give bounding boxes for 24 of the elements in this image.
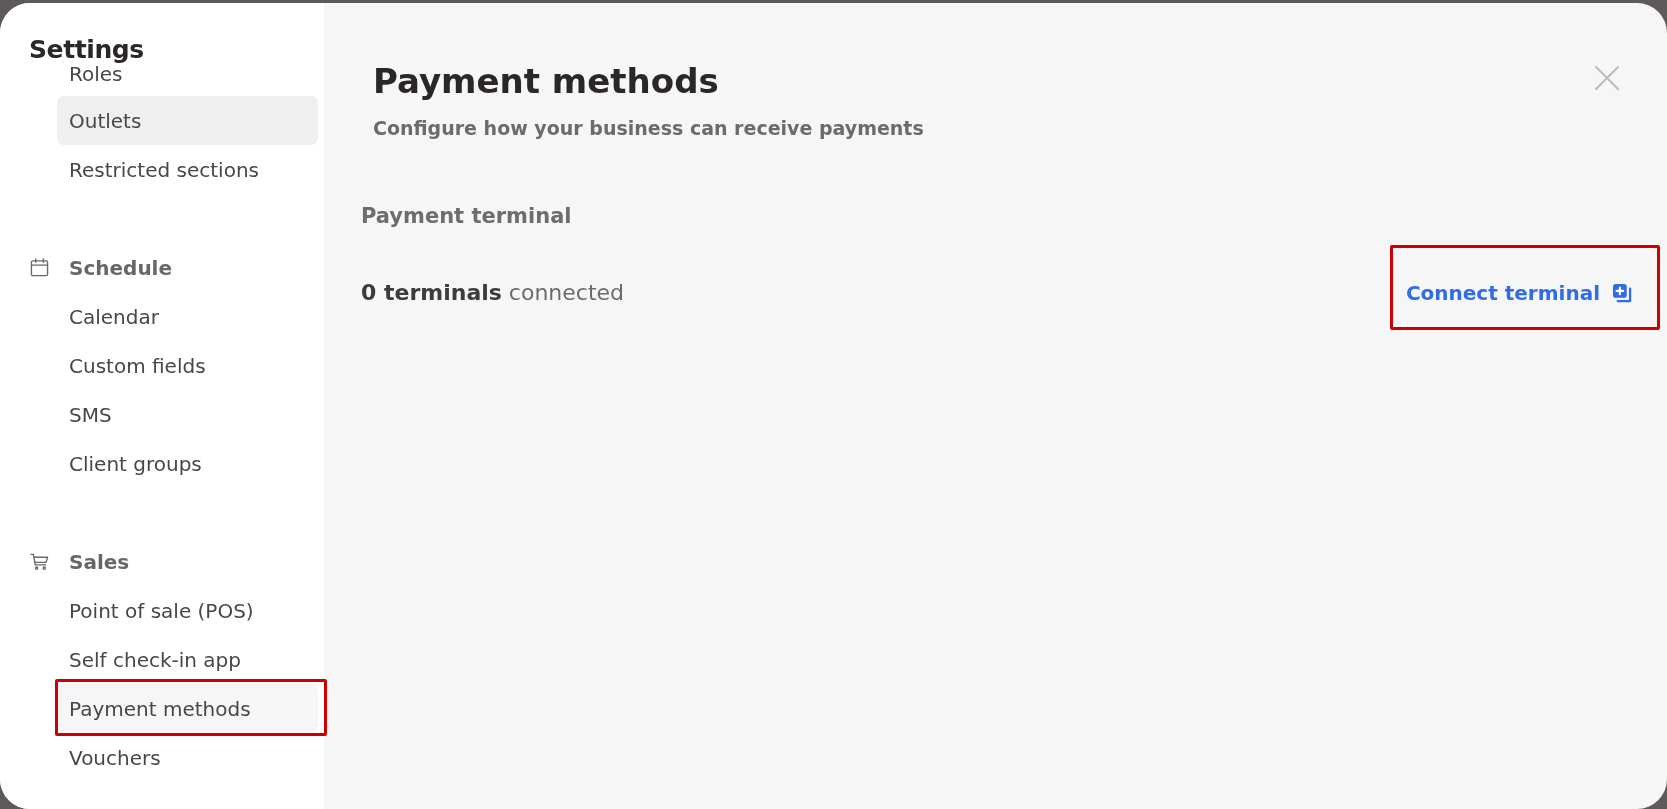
sidebar-item[interactable]: SMS [57,390,318,439]
sidebar-item[interactable]: Point of sale (POS) [57,586,318,635]
cart-icon [30,552,49,571]
sidebar-item[interactable]: Outlets [57,96,318,145]
sidebar-item[interactable]: Client groups [57,439,318,488]
sidebar-item[interactable]: Roles [57,64,318,96]
sidebar-item[interactable]: Payment methods [57,684,318,733]
connect-terminal-button[interactable]: Connect terminal [1405,278,1632,308]
close-button[interactable] [1595,66,1619,90]
calendar-icon [30,258,49,277]
sidebar-item[interactable]: Self check-in app [57,635,318,684]
sidebar-item[interactable]: Vouchers [57,733,318,782]
sidebar-title: Settings [29,36,144,64]
close-icon [1595,66,1619,90]
terminal-count-text: 0 terminals connected [361,279,625,307]
page-title: Payment methods [373,60,719,103]
page-subtitle: Configure how your business can receive payments [373,116,924,140]
add-icon [1613,283,1632,303]
section-heading: Payment terminal [361,203,572,229]
sidebar-item[interactable]: Restricted sections [57,145,318,194]
section-heading: Sales [69,549,130,574]
sidebar-item[interactable]: Custom fields [57,341,318,390]
sidebar-item[interactable]: Calendar [57,292,318,341]
section-heading: Schedule [69,255,173,280]
